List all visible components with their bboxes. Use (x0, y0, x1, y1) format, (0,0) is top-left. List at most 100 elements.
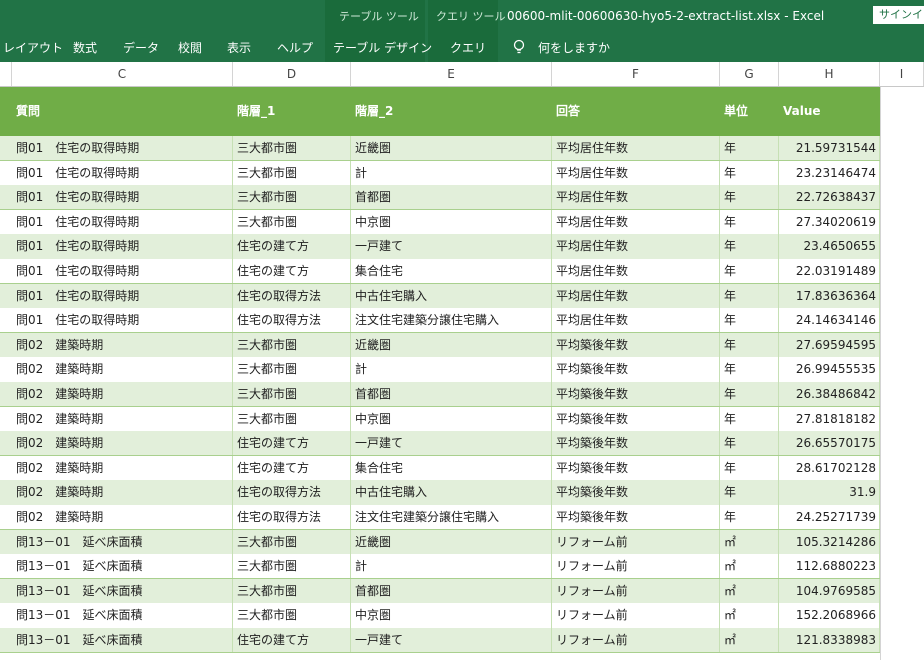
cell-question[interactable]: 問01 住宅の取得時期 (12, 185, 233, 210)
cell-answer[interactable]: リフォーム前 (552, 554, 720, 579)
cell-question[interactable]: 問13－01 延べ床面積 (12, 628, 233, 653)
cell-answer[interactable]: 平均居住年数 (552, 209, 720, 235)
cell-level-2[interactable]: 一戸建て (351, 628, 552, 653)
cell-level-1[interactable]: 三大都市圏 (233, 554, 351, 579)
cell-value[interactable]: 22.03191489 (779, 259, 880, 284)
cell-question[interactable]: 問02 建築時期 (12, 455, 233, 481)
cell-question[interactable]: 問02 建築時期 (12, 480, 233, 505)
cell-unit[interactable]: 年 (720, 259, 779, 284)
tab-table-design[interactable]: テーブル デザイン (333, 38, 432, 58)
column-header-f[interactable]: F (552, 62, 720, 86)
cell-level-1[interactable]: 住宅の取得方法 (233, 283, 351, 309)
cell-question[interactable]: 問01 住宅の取得時期 (12, 234, 233, 259)
cell-unit[interactable]: 年 (720, 160, 779, 186)
cell-question[interactable]: 問01 住宅の取得時期 (12, 160, 233, 186)
cell-value[interactable]: 28.61702128 (779, 455, 880, 481)
cell-level-1[interactable]: 三大都市圏 (233, 209, 351, 235)
cell-unit[interactable]: ㎡ (720, 554, 779, 579)
tell-me-search[interactable]: 何をしますか (538, 38, 610, 58)
cell-unit[interactable]: 年 (720, 505, 779, 530)
cell-answer[interactable]: 平均居住年数 (552, 136, 720, 161)
cell-unit[interactable]: 年 (720, 382, 779, 407)
cell-value[interactable]: 152.2068966 (779, 603, 880, 628)
cell-level-2[interactable]: 計 (351, 160, 552, 186)
column-header-g[interactable]: G (720, 62, 779, 86)
cell-answer[interactable]: 平均築後年数 (552, 480, 720, 505)
cell-unit[interactable]: 年 (720, 234, 779, 259)
cell-value[interactable]: 104.9769585 (779, 578, 880, 604)
cell-level-2[interactable]: 中京圏 (351, 209, 552, 235)
cell-level-1[interactable]: 三大都市圏 (233, 578, 351, 604)
cell-unit[interactable]: 年 (720, 455, 779, 481)
cell-level-1[interactable]: 三大都市圏 (233, 185, 351, 210)
header-question[interactable]: 質問 (12, 87, 233, 136)
cell-answer[interactable]: 平均居住年数 (552, 234, 720, 259)
cell-level-1[interactable]: 三大都市圏 (233, 406, 351, 432)
cell-level-2[interactable]: 近畿圏 (351, 136, 552, 161)
cell-level-2[interactable]: 中古住宅購入 (351, 283, 552, 309)
cell-question[interactable]: 問02 建築時期 (12, 505, 233, 530)
cell-value[interactable]: 21.59731544 (779, 136, 880, 161)
cell-answer[interactable]: リフォーム前 (552, 529, 720, 555)
cell-answer[interactable]: 平均築後年数 (552, 431, 720, 456)
cell-answer[interactable]: 平均築後年数 (552, 406, 720, 432)
cell-level-1[interactable]: 住宅の取得方法 (233, 505, 351, 530)
cell-question[interactable]: 問02 建築時期 (12, 382, 233, 407)
cell-answer[interactable]: 平均築後年数 (552, 505, 720, 530)
cell-answer[interactable]: 平均居住年数 (552, 283, 720, 309)
cell-value[interactable]: 23.4650655 (779, 234, 880, 259)
cell-question[interactable]: 問01 住宅の取得時期 (12, 283, 233, 309)
cell-unit[interactable]: ㎡ (720, 578, 779, 604)
cell-answer[interactable]: リフォーム前 (552, 603, 720, 628)
cell-level-2[interactable]: 注文住宅建築分譲住宅購入 (351, 505, 552, 530)
cell-value[interactable]: 27.81818182 (779, 406, 880, 432)
cell-value[interactable]: 105.3214286 (779, 529, 880, 555)
cell-level-2[interactable]: 一戸建て (351, 234, 552, 259)
cell-answer[interactable]: 平均築後年数 (552, 382, 720, 407)
cell-value[interactable]: 26.38486842 (779, 382, 880, 407)
cell-unit[interactable]: ㎡ (720, 603, 779, 628)
cell-value[interactable]: 26.99455535 (779, 357, 880, 382)
cell-question[interactable]: 問01 住宅の取得時期 (12, 136, 233, 161)
cell-question[interactable]: 問13－01 延べ床面積 (12, 554, 233, 579)
column-header-c[interactable]: C (12, 62, 233, 86)
cell-level-1[interactable]: 住宅の建て方 (233, 431, 351, 456)
tab-layout[interactable]: レイアウト (3, 38, 63, 58)
cell-unit[interactable]: ㎡ (720, 628, 779, 653)
header-answer[interactable]: 回答 (552, 87, 720, 136)
cell-unit[interactable]: 年 (720, 136, 779, 161)
tab-data[interactable]: データ (123, 38, 159, 58)
column-header-i[interactable]: I (880, 62, 924, 86)
cell-answer[interactable]: 平均居住年数 (552, 185, 720, 210)
cell-level-2[interactable]: 首都圏 (351, 382, 552, 407)
cell-value[interactable]: 27.34020619 (779, 209, 880, 235)
cell-value[interactable]: 112.6880223 (779, 554, 880, 579)
cell-value[interactable]: 26.65570175 (779, 431, 880, 456)
cell-level-1[interactable]: 三大都市圏 (233, 357, 351, 382)
cell-unit[interactable]: 年 (720, 431, 779, 456)
cell-answer[interactable]: 平均築後年数 (552, 455, 720, 481)
cell-value[interactable]: 27.69594595 (779, 332, 880, 358)
cell-unit[interactable]: 年 (720, 357, 779, 382)
tab-help[interactable]: ヘルプ (277, 38, 313, 58)
cell-level-2[interactable]: 首都圏 (351, 578, 552, 604)
cell-question[interactable]: 問13－01 延べ床面積 (12, 603, 233, 628)
cell-level-2[interactable]: 首都圏 (351, 185, 552, 210)
cell-value[interactable]: 121.8338983 (779, 628, 880, 653)
cell-value[interactable]: 17.83636364 (779, 283, 880, 309)
cell-level-2[interactable]: 近畿圏 (351, 332, 552, 358)
cell-question[interactable]: 問02 建築時期 (12, 332, 233, 358)
cell-question[interactable]: 問01 住宅の取得時期 (12, 209, 233, 235)
cell-question[interactable]: 問01 住宅の取得時期 (12, 259, 233, 284)
cell-question[interactable]: 問01 住宅の取得時期 (12, 308, 233, 333)
cell-level-1[interactable]: 三大都市圏 (233, 382, 351, 407)
column-header-d[interactable]: D (233, 62, 351, 86)
cell-level-1[interactable]: 住宅の建て方 (233, 259, 351, 284)
cell-level-1[interactable]: 住宅の取得方法 (233, 480, 351, 505)
cell-value[interactable]: 22.72638437 (779, 185, 880, 210)
cell-level-2[interactable]: 中京圏 (351, 406, 552, 432)
cell-answer[interactable]: リフォーム前 (552, 578, 720, 604)
cell-level-1[interactable]: 住宅の取得方法 (233, 308, 351, 333)
cell-unit[interactable]: 年 (720, 480, 779, 505)
cell-question[interactable]: 問13－01 延べ床面積 (12, 578, 233, 604)
